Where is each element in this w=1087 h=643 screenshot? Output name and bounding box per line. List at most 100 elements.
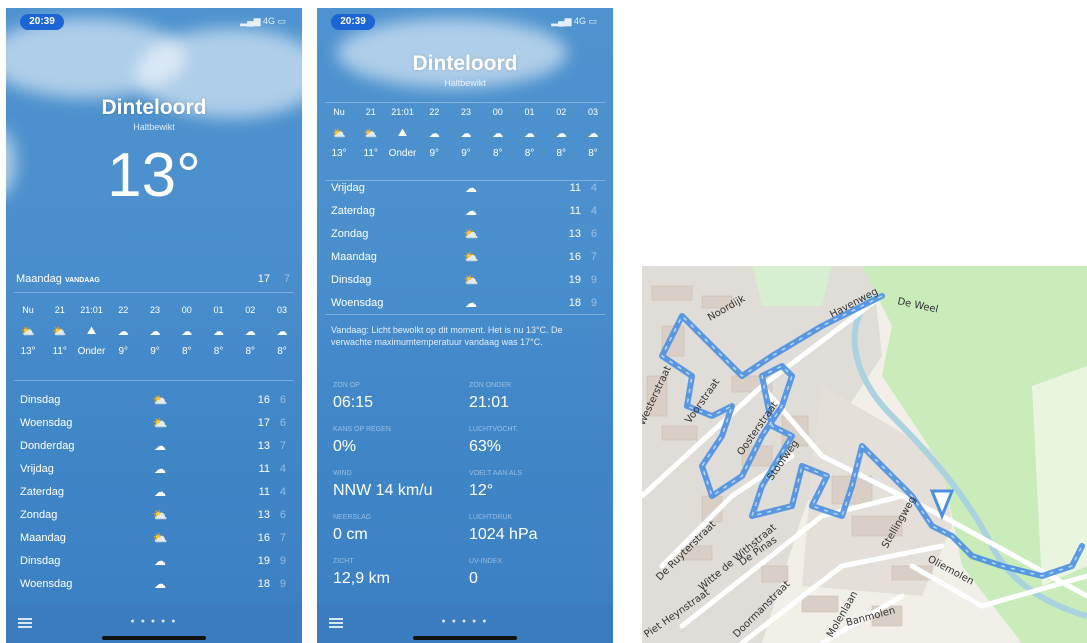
status-icons: ▂▄▆ 4G ▭ (551, 16, 597, 26)
weather-screen-details: 20:39 ▂▄▆ 4G ▭ Dinteloord Haltbewikt Nu ⛅… (317, 8, 613, 643)
detail-value: 0 cm (333, 526, 368, 543)
partly-cloudy-icon: ⛅ (152, 531, 168, 545)
page-indicator[interactable]: ● ● ● ● ● (317, 618, 613, 625)
hour-label: 23 (460, 107, 471, 117)
detail-label: WIND (333, 470, 352, 477)
detail-value: 0% (333, 438, 357, 455)
day-low: 9 (279, 578, 286, 590)
cloud-icon: ☁ (154, 485, 166, 499)
hourly-forecast[interactable]: Nu ⛅ 13° 21 ⛅ 11° 21:01 ⛰ Onder 22 ☁ 9° 23 ☁ 9° 00 ☁ 8° 01… (14, 305, 296, 357)
hour-column: 21 ⛅ 11° (46, 305, 74, 357)
day-name: Zaterdag (331, 205, 376, 217)
home-indicator[interactable] (413, 636, 517, 640)
time-pill[interactable]: 20:39 (20, 14, 64, 30)
hour-temperature: 8° (588, 148, 598, 159)
today-label: Maandag (16, 273, 62, 285)
day-low: 7 (279, 440, 286, 452)
day-low: 6 (590, 228, 597, 240)
hour-label: 21 (365, 107, 376, 117)
hour-temperature: 13° (20, 346, 36, 357)
cloud-icon: ☁ (154, 554, 166, 568)
partly-cloudy-icon: ⛅ (332, 128, 346, 140)
day-name: Donderdag (20, 440, 75, 452)
hour-temperature: 8° (213, 346, 224, 357)
detail-label: ZON OP (333, 382, 360, 389)
day-high: 16 (257, 532, 270, 544)
hour-column: 23 ☁ 9° (452, 107, 480, 159)
hour-column: 21:01 ⛰ Onder (389, 107, 417, 159)
detail-value: NNW 14 km/u (333, 482, 433, 499)
time-pill[interactable]: 20:39 (331, 14, 375, 30)
partly-cloudy-icon: ⛅ (463, 250, 479, 264)
hour-label: 21:01 (80, 305, 103, 315)
home-indicator[interactable] (102, 636, 206, 640)
hour-label: 23 (149, 305, 160, 315)
map-canvas[interactable]: Havenweg De Weel Noordijk Voorstraat Oos… (642, 266, 1087, 643)
partly-cloudy-icon: ⛅ (52, 326, 67, 338)
hour-column: Nu ⛅ 13° (14, 305, 42, 357)
cloud-icon: ☁ (154, 439, 166, 453)
partly-cloudy-icon: ⛅ (152, 508, 168, 522)
hour-temperature: 8° (556, 148, 567, 159)
sunset-icon: ⛰ (86, 325, 97, 337)
status-icons: ▂▄▆ 4G ▭ (240, 16, 286, 26)
detail-label: NEERSLAG (333, 514, 372, 521)
hour-column: 00 ☁ 8° (173, 305, 201, 357)
park-area (752, 266, 832, 306)
cloud-icon: ☁ (465, 181, 477, 195)
detail-value: 12,9 km (333, 570, 390, 587)
day-high: 19 (568, 274, 581, 286)
page-indicator[interactable]: ● ● ● ● ● (6, 618, 302, 625)
day-high: 13 (568, 228, 581, 240)
day-name: Zondag (331, 228, 369, 240)
day-row: Dinsdag ⛅ 19 9 (331, 270, 597, 290)
divider (325, 314, 605, 315)
divider (325, 102, 605, 103)
hour-label: 00 (181, 305, 192, 315)
hour-column: 01 ☁ 8° (516, 107, 544, 159)
hourly-forecast[interactable]: Nu ⛅ 13° 21 ⛅ 11° 21:01 ⛰ Onder 22 ☁ 9° 23 ☁ 9° 00 ☁ 8° 01… (325, 107, 607, 159)
detail-value: 21:01 (469, 394, 510, 411)
hour-label: 00 (492, 107, 503, 117)
hour-column: 21:01 ⛰ Onder (78, 305, 106, 357)
hour-column: 23 ☁ 9° (141, 305, 169, 357)
day-row: Woensdag ☁ 18 9 (331, 293, 597, 313)
hour-column: 03 ☁ 8° (268, 305, 296, 357)
cloud-icon: ☁ (244, 326, 256, 338)
hour-column: 02 ☁ 8° (547, 107, 575, 159)
day-high: 11 (569, 182, 581, 194)
detail-value: 0 (469, 570, 478, 587)
day-row: Dinsdag ⛅ 16 6 (20, 390, 286, 410)
cloud-icon: ☁ (587, 128, 599, 140)
day-low: 4 (590, 205, 597, 217)
day-row: Zaterdag ☁ 11 4 (331, 201, 597, 221)
hour-label: 21:01 (391, 107, 414, 117)
today-tag: VANDAAG (64, 277, 100, 284)
day-name: Woensdag (331, 297, 384, 309)
day-high: 16 (257, 394, 270, 406)
hour-temperature: 11° (363, 148, 378, 159)
hour-column: 01 ☁ 8° (205, 305, 233, 357)
day-name: Dinsdag (20, 394, 61, 406)
cloud-icon: ☁ (460, 128, 472, 140)
forecast-summary: Vandaag: Licht bewolkt op dit moment. He… (331, 325, 563, 347)
day-row: Woensdag ⛅ 17 6 (20, 413, 286, 433)
hour-label: 02 (556, 107, 567, 117)
day-name: Vrijdag (20, 463, 54, 475)
route-map[interactable]: Havenweg De Weel Noordijk Voorstraat Oos… (642, 266, 1087, 643)
hour-column: 00 ☁ 8° (484, 107, 512, 159)
day-low: 4 (279, 463, 286, 475)
today-high: 17 (257, 273, 270, 285)
cloud-icon: ☁ (492, 128, 504, 140)
partly-cloudy-icon: ⛅ (463, 273, 479, 287)
hour-temperature: Onder (388, 148, 417, 159)
today-row: Maandag VANDAAG 17 7 (16, 273, 294, 285)
detail-label: VOELT AAN ALS (469, 470, 523, 477)
cloud-icon: ☁ (213, 326, 224, 338)
day-name: Maandag (20, 532, 66, 544)
detail-label: KANS OP REGEN (333, 426, 391, 433)
hour-label: 03 (276, 305, 287, 315)
day-name: Dinsdag (20, 555, 61, 567)
day-high: 13 (257, 509, 270, 521)
day-row: Vrijdag ☁ 11 4 (331, 178, 597, 198)
